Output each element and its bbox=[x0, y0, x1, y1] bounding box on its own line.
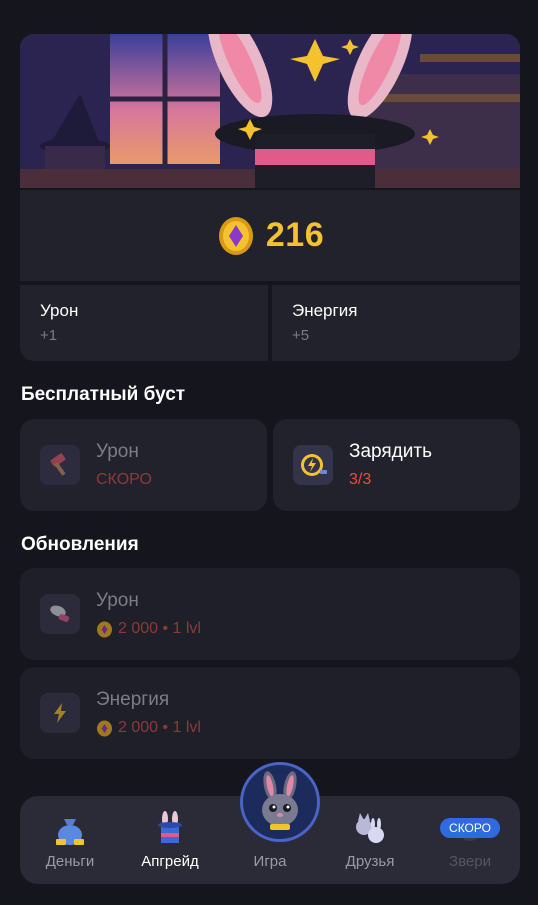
stat-value: +5 bbox=[292, 327, 310, 344]
nav-money[interactable]: Деньги bbox=[20, 796, 120, 884]
upgrade-damage-card[interactable]: Урон 2 000 • 1 lvl bbox=[20, 568, 520, 660]
nav-upgrade[interactable]: Апгрейд bbox=[120, 796, 220, 884]
upgrade-price-text: 2 000 • 1 lvl bbox=[118, 719, 201, 736]
balance-value: 216 bbox=[265, 216, 325, 254]
boost-label: Зарядить bbox=[349, 441, 432, 462]
upgrade-price-text: 2 000 • 1 lvl bbox=[118, 620, 201, 637]
upgrade-label: Энергия bbox=[96, 689, 170, 710]
money-bag-icon bbox=[56, 819, 84, 845]
upgrade-label: Урон bbox=[96, 590, 139, 611]
soon-badge: СКОРО bbox=[440, 818, 500, 838]
bunny-avatar-icon bbox=[262, 771, 298, 830]
boost-damage-card[interactable]: Урон СКОРО bbox=[20, 419, 267, 511]
boost-recharge-card[interactable]: Зарядить 3/3 bbox=[273, 419, 520, 511]
nav-label: Апгрейд bbox=[141, 853, 199, 870]
stat-damage: Урон +1 bbox=[20, 285, 268, 361]
banner-illustration bbox=[20, 34, 520, 188]
coin-icon bbox=[97, 621, 112, 637]
stat-label: Энергия bbox=[292, 301, 358, 320]
upgrade-price: 2 000 • 1 lvl bbox=[96, 620, 201, 638]
nav-friends[interactable]: Друзья bbox=[320, 796, 420, 884]
game-avatar-button[interactable] bbox=[240, 762, 320, 842]
coin-icon bbox=[97, 720, 112, 736]
upgrade-energy-card[interactable]: Энергия 2 000 • 1 lvl bbox=[20, 667, 520, 759]
nav-label: Звери bbox=[449, 853, 491, 870]
boost-status: СКОРО bbox=[96, 471, 152, 488]
glove-icon bbox=[40, 594, 80, 634]
stat-value: +1 bbox=[40, 327, 58, 344]
hammer-icon bbox=[40, 445, 80, 485]
magic-hat-icon bbox=[158, 811, 182, 843]
hero-banner bbox=[20, 34, 520, 188]
boost-label: Урон bbox=[96, 441, 139, 462]
coin-icon bbox=[218, 216, 253, 255]
nav-label: Игра bbox=[253, 853, 287, 870]
free-boost-row: Урон СКОРО Зарядить 3/3 bbox=[20, 419, 520, 511]
nav-label: Друзья bbox=[345, 853, 395, 870]
nav-label: Деньги bbox=[45, 853, 95, 870]
lightning-charge-icon bbox=[293, 445, 333, 485]
free-boost-title: Бесплатный буст bbox=[21, 384, 186, 405]
stat-energy: Энергия +5 bbox=[272, 285, 520, 361]
stat-label: Урон bbox=[40, 301, 79, 320]
boost-status: 3/3 bbox=[349, 471, 372, 488]
friends-icon bbox=[356, 813, 384, 843]
nav-animals[interactable]: СКОРО Звери bbox=[420, 796, 520, 884]
upgrades-title: Обновления bbox=[21, 534, 139, 555]
lightning-icon bbox=[40, 693, 80, 733]
upgrade-price: 2 000 • 1 lvl bbox=[96, 719, 201, 737]
balance-card: 216 bbox=[20, 190, 520, 281]
stats-row: Урон +1 Энергия +5 bbox=[20, 285, 520, 361]
